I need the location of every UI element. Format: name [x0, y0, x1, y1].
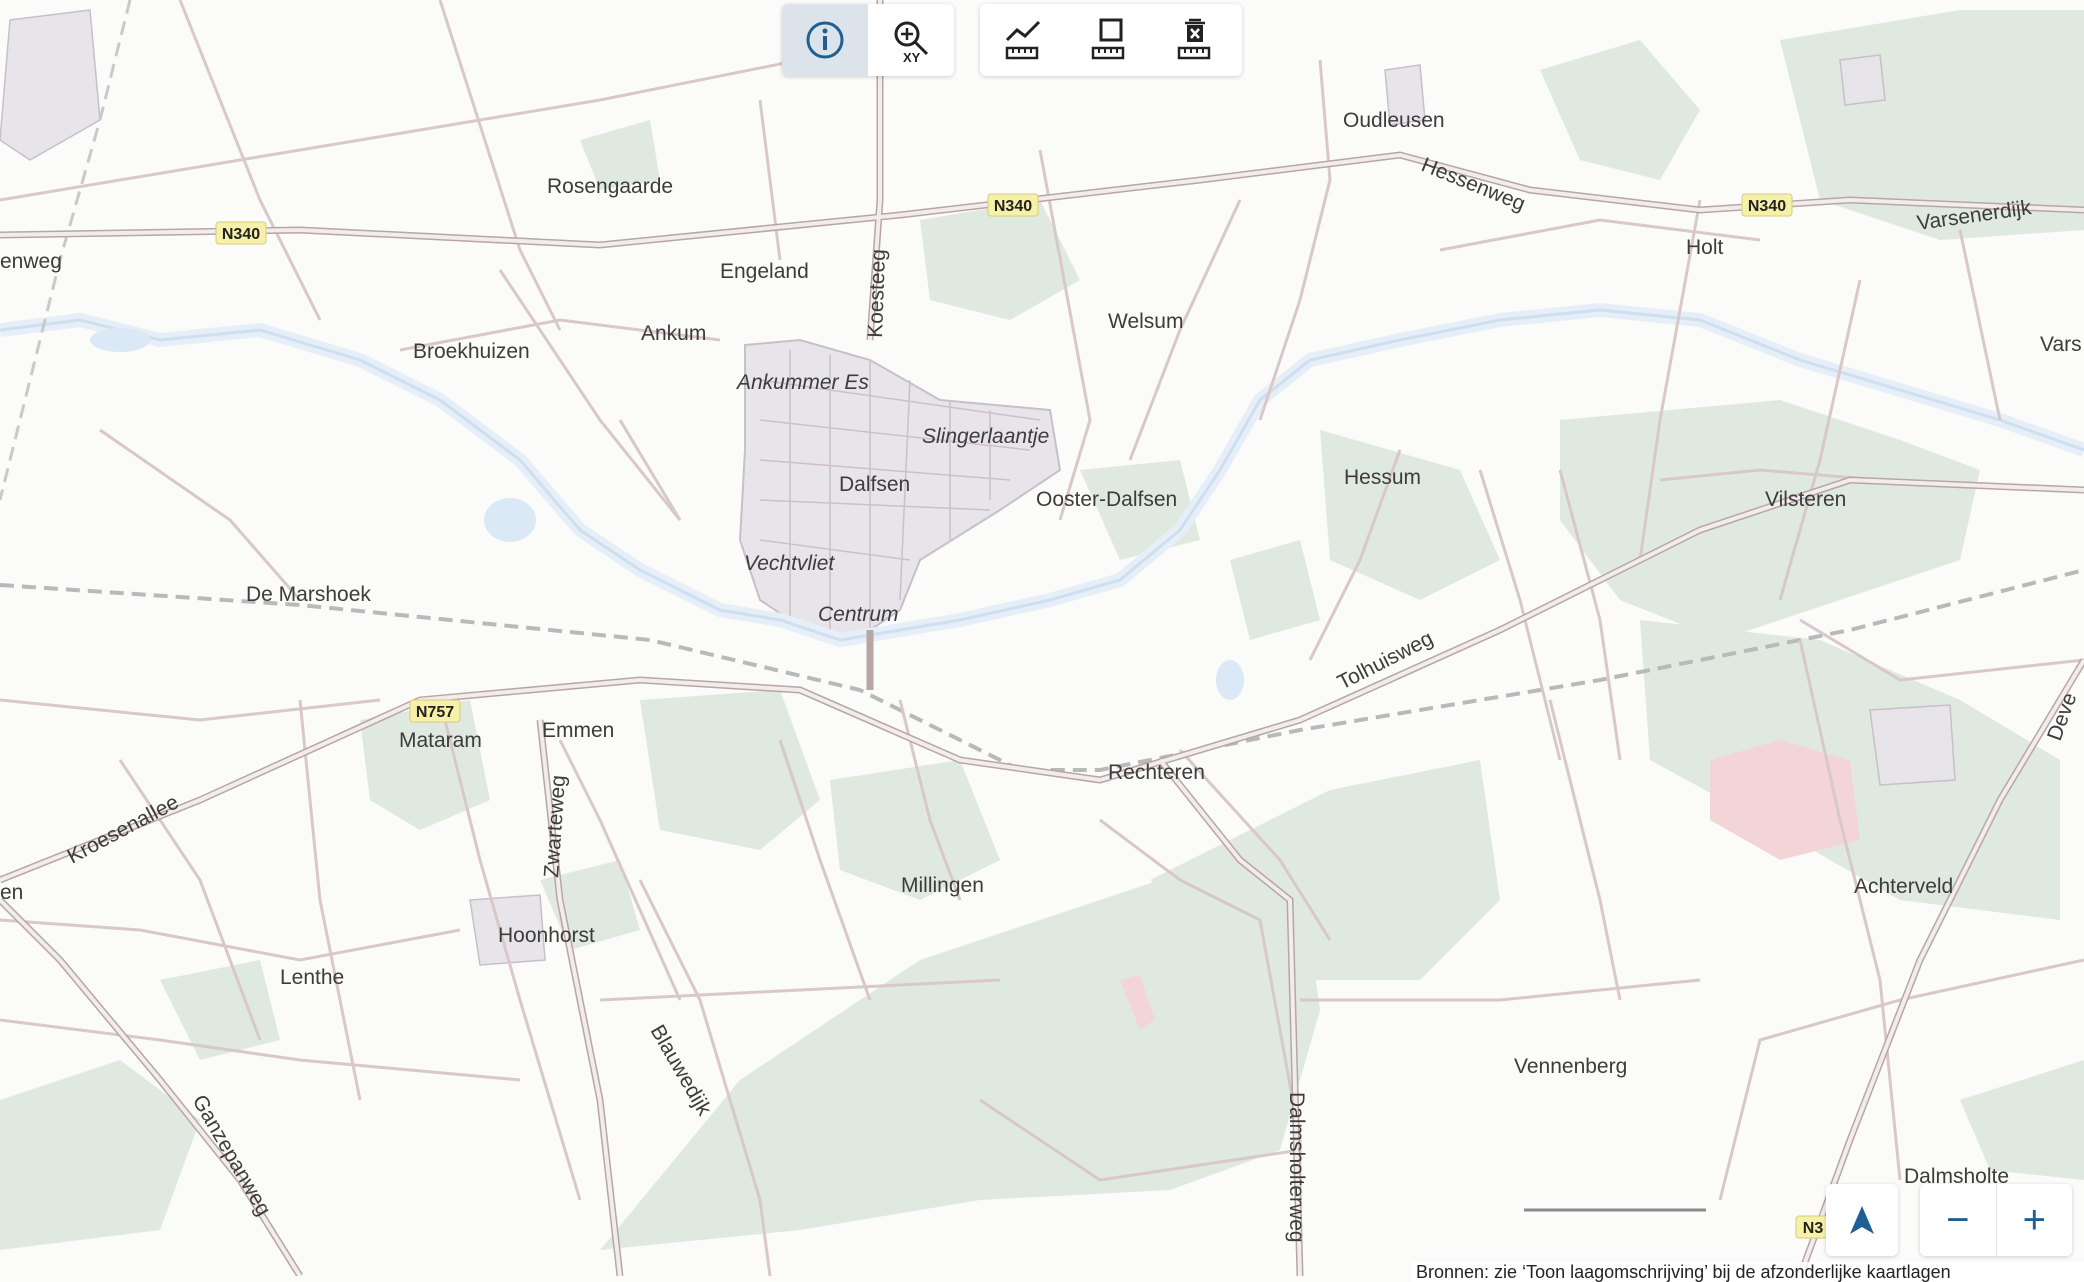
toolbar-info-group: XY — [782, 4, 954, 76]
road-label-dalmsholterweg: Dalmsholterweg — [1285, 1092, 1308, 1243]
place-label-broekhuizen: Broekhuizen — [413, 340, 530, 363]
pond — [484, 498, 536, 542]
neighbourhood-label-vechtvliet: Vechtvliet — [744, 552, 835, 575]
locate-button[interactable] — [1826, 1184, 1898, 1256]
delete-measurement-button[interactable] — [1152, 4, 1238, 76]
place-label-welsum: Welsum — [1108, 310, 1183, 333]
navigation-arrow-icon — [1850, 1206, 1874, 1234]
place-label-vars: Vars — [2040, 333, 2082, 356]
measure-area-icon — [1091, 18, 1125, 60]
place-label-ooster-dalfsen: Ooster-Dalfsen — [1036, 488, 1177, 511]
map-canvas[interactable]: N340 N340 N340 N757 N3 Oudleusen Rosenga… — [0, 0, 2084, 1278]
toolbar-measure-group — [980, 4, 1242, 76]
place-label-dalfsen: Dalfsen — [839, 473, 910, 496]
place-label-lenthe: Lenthe — [280, 966, 344, 989]
info-icon — [806, 21, 844, 59]
place-label-rosengaarde: Rosengaarde — [547, 175, 673, 198]
base-map[interactable]: N340 N340 N340 N757 N3 Oudleusen Rosenga… — [0, 0, 2084, 1278]
restricted-area — [1710, 740, 1860, 860]
measure-distance-icon — [1005, 20, 1041, 60]
place-label-holt: Holt — [1686, 236, 1724, 259]
map-attribution: Bronnen: zie ‘Toon laagomschrijving’ bij… — [1412, 1262, 2084, 1282]
pond-east — [1216, 660, 1244, 700]
measure-distance-button[interactable] — [980, 4, 1066, 76]
neighbourhood-label-ankummer-es: Ankummer Es — [735, 371, 869, 394]
place-label-rechteren: Rechteren — [1108, 761, 1205, 784]
place-label-engeland: Engeland — [720, 260, 809, 283]
zoom-controls: − + — [1920, 1184, 2072, 1256]
zoom-to-coordinate-icon: XY — [894, 21, 929, 64]
place-label-vennenberg: Vennenberg — [1514, 1055, 1627, 1078]
zoom-in-button[interactable]: + — [1997, 1184, 2073, 1256]
place-label-achterveld: Achterveld — [1854, 875, 1953, 898]
zoom-out-button[interactable]: − — [1920, 1184, 1997, 1256]
place-label-hessum: Hessum — [1344, 466, 1421, 489]
place-label-hoonhorst: Hoonhorst — [498, 924, 595, 947]
neighbourhood-label-centrum: Centrum — [818, 603, 899, 626]
svg-text:N757: N757 — [416, 704, 454, 721]
delete-measurement-icon — [1177, 18, 1211, 60]
road-shield-n3-partial: N3 — [1795, 1215, 1831, 1239]
pond-west — [90, 328, 150, 352]
neighbourhood-label-slingerlaantje: Slingerlaantje — [922, 425, 1049, 448]
svg-text:N340: N340 — [994, 198, 1032, 215]
road-shield-n340-c: N340 — [1741, 193, 1793, 217]
place-label-millingen: Millingen — [901, 874, 984, 897]
svg-text:XY: XY — [903, 50, 921, 64]
road-label-enweg: enweg — [0, 250, 62, 273]
road-label-ganzepanweg: Ganzepanweg — [188, 1091, 276, 1220]
place-label-mataram: Mataram — [399, 729, 482, 752]
place-label-ankum: Ankum — [641, 322, 706, 345]
place-label-vilsteren: Vilsteren — [1765, 488, 1846, 511]
svg-text:N340: N340 — [222, 226, 260, 243]
road-label-koesteeg: Koesteeg — [864, 249, 890, 338]
info-button[interactable] — [782, 4, 868, 76]
svg-text:N340: N340 — [1748, 198, 1786, 215]
road-shield-n340-a: N340 — [215, 221, 267, 245]
place-label-de-marshoek: De Marshoek — [246, 583, 371, 606]
road-label-blauwedijk: Blauwedijk — [646, 1021, 716, 1120]
zoom-to-coordinate-button[interactable]: XY — [868, 4, 954, 76]
place-label-en-left: en — [0, 881, 23, 904]
svg-text:N3: N3 — [1803, 1220, 1824, 1237]
road-shield-n340-b: N340 — [987, 193, 1039, 217]
place-label-emmen: Emmen — [542, 719, 614, 742]
measure-area-button[interactable] — [1066, 4, 1152, 76]
road-shield-n757: N757 — [409, 699, 461, 723]
place-label-oudleusen: Oudleusen — [1343, 109, 1445, 132]
